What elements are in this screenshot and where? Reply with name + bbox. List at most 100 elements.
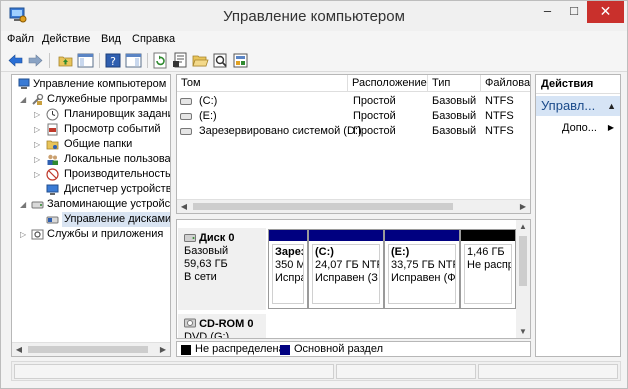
partition-status: Исправ: [275, 272, 303, 284]
actions-group-disk-management[interactable]: Управл... ▲: [536, 96, 620, 116]
show-hide-action-pane-icon[interactable]: [125, 52, 142, 69]
close-button[interactable]: ✕: [587, 1, 624, 23]
actions-pane: Действия Управл... ▲ Допо... ▶: [535, 74, 621, 357]
hard-disk-icon: [184, 234, 196, 242]
event-viewer-icon: [47, 123, 58, 136]
partition-title: Зарез: [275, 246, 304, 258]
expand-arrow-icon[interactable]: ▷: [34, 137, 42, 152]
partition-content: (C:) 24,07 ГБ NTFS Исправен (З: [312, 244, 380, 304]
minimize-button[interactable]: –: [534, 1, 561, 23]
refresh-icon[interactable]: [152, 52, 169, 69]
tree-item-label: Планировщик заданий: [64, 108, 171, 120]
legend-label-primary: Основной раздел: [294, 343, 383, 355]
partition-c[interactable]: (C:) 24,07 ГБ NTFS Исправен (З: [308, 229, 384, 309]
column-header-type[interactable]: Тип: [428, 75, 481, 92]
cdrom-0-label[interactable]: CD-ROM 0 DVD (G:): [178, 314, 266, 339]
title-bar[interactable]: Управление компьютером – □ ✕: [1, 1, 627, 31]
partition-content: (E:) 33,75 ГБ NTFS Исправен (Фа: [388, 244, 456, 304]
menu-bar: Файл Действие Вид Справка: [1, 31, 627, 49]
volume-name: (E:): [199, 110, 217, 122]
menu-view[interactable]: Вид: [101, 33, 121, 45]
volume-type: Базовый: [432, 125, 477, 137]
expand-arrow-icon[interactable]: ▷: [34, 122, 42, 137]
tree-item-label: Общие папки: [64, 138, 133, 150]
disk-type: DVD (G:): [184, 331, 230, 339]
back-arrow-icon[interactable]: [7, 52, 24, 69]
collapse-caret-icon[interactable]: ▲: [607, 96, 616, 116]
services-icon: [31, 229, 44, 240]
status-segment: [14, 364, 334, 379]
tree-item-label: Управление компьютером (л: [33, 78, 171, 90]
volume-filesystem: NTFS: [485, 110, 514, 122]
tools-icon: [32, 93, 44, 105]
partition-unallocated[interactable]: 1,46 ГБ Не распр: [460, 229, 516, 309]
open-folder-icon[interactable]: [192, 52, 209, 69]
scroll-right-icon[interactable]: ▶: [516, 200, 530, 213]
scrollbar-thumb[interactable]: [28, 346, 148, 353]
status-bar: [11, 361, 621, 381]
legend-swatch-primary: [280, 345, 290, 355]
disk-0-label[interactable]: Диск 0 Базовый 59,63 ГБ В сети: [178, 228, 266, 310]
volume-type: Базовый: [432, 110, 477, 122]
scroll-down-icon[interactable]: ▼: [516, 325, 530, 338]
scroll-left-icon[interactable]: ◀: [12, 343, 26, 356]
expand-arrow-icon[interactable]: ▷: [34, 107, 42, 122]
partition-e[interactable]: (E:) 33,75 ГБ NTFS Исправен (Фа: [384, 229, 460, 309]
volume-location: Простой: [353, 95, 396, 107]
expand-arrow-icon[interactable]: ▷: [34, 152, 42, 167]
disk-management-icon: [46, 216, 59, 224]
partition-status: Исправен (З: [315, 272, 378, 284]
column-header-filesystem[interactable]: Файловая: [481, 75, 530, 92]
table-row[interactable]: (E:) Простой Базовый NTFS: [177, 109, 530, 124]
forward-arrow-icon[interactable]: [27, 52, 44, 69]
partition-status: Исправен (Фа: [391, 272, 456, 284]
scroll-right-icon[interactable]: ▶: [156, 343, 170, 356]
expand-arrow-icon[interactable]: ▷: [20, 227, 28, 242]
show-hide-tree-icon[interactable]: [77, 52, 94, 69]
menu-action[interactable]: Действие: [42, 33, 90, 45]
scrollbar-thumb[interactable]: [193, 203, 453, 210]
menu-help[interactable]: Справка: [132, 33, 175, 45]
partition-size: 1,46 ГБ: [467, 246, 505, 258]
menu-file[interactable]: Файл: [7, 33, 34, 45]
scroll-left-icon[interactable]: ◀: [177, 200, 191, 213]
scrollbar-thumb[interactable]: [519, 236, 527, 286]
tree-item-label: Службы и приложения: [47, 228, 164, 240]
volume-icon: [180, 98, 192, 105]
column-header-volume[interactable]: Том: [177, 75, 348, 92]
legend-label-unallocated: Не распределена: [195, 343, 285, 355]
toolbar: ?: [1, 49, 627, 72]
toolbar-separator: [147, 53, 148, 68]
disk-legend: Не распределена Основной раздел: [176, 341, 531, 357]
table-row[interactable]: (C:) Простой Базовый NTFS: [177, 94, 530, 109]
tree-horizontal-scrollbar[interactable]: ◀ ▶: [12, 342, 170, 356]
volume-type: Базовый: [432, 95, 477, 107]
partition-color-band: [309, 230, 383, 241]
disk-name-row: CD-ROM 0: [184, 318, 260, 331]
actions-group-label: Управл...: [541, 98, 596, 113]
actions-header: Действия: [536, 75, 620, 94]
properties-list-icon[interactable]: [232, 52, 249, 69]
collapse-arrow-icon[interactable]: ◢: [20, 92, 28, 107]
expand-arrow-icon[interactable]: ▷: [34, 167, 42, 182]
disk-name: CD-ROM 0: [199, 318, 254, 330]
properties-icon[interactable]: [172, 52, 189, 69]
column-header-location[interactable]: Расположение: [348, 75, 428, 92]
volume-filesystem: NTFS: [485, 95, 514, 107]
maximize-button[interactable]: □: [561, 1, 587, 23]
actions-item-more[interactable]: Допо... ▶: [536, 120, 620, 136]
tree-item-label: Диспетчер устройств: [64, 183, 171, 195]
volume-list-header: Том Расположение Тип Файловая: [177, 75, 530, 92]
disk-map-vertical-scrollbar[interactable]: ▲ ▼: [516, 220, 530, 338]
legend-swatch-unallocated: [181, 345, 191, 355]
status-segment: [336, 364, 476, 379]
partition-reserved[interactable]: Зарез 350 МІ Исправ: [268, 229, 308, 309]
help-icon[interactable]: ?: [105, 52, 122, 69]
up-folder-icon[interactable]: [57, 52, 74, 69]
export-icon[interactable]: [212, 52, 229, 69]
volume-list-horizontal-scrollbar[interactable]: ◀ ▶: [177, 199, 530, 213]
table-row[interactable]: Зарезервировано системой (D:) Простой Ба…: [177, 124, 530, 139]
collapse-arrow-icon[interactable]: ◢: [20, 197, 28, 212]
scroll-up-icon[interactable]: ▲: [516, 220, 530, 233]
partition-size: 350 МІ: [275, 259, 303, 271]
